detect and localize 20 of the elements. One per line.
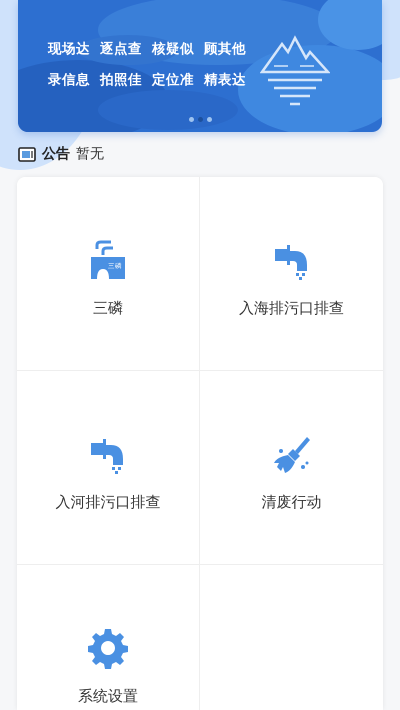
carousel-dot[interactable]	[188, 117, 194, 122]
menu-tile[interactable]: 入河排污口排查	[17, 371, 200, 565]
carousel-dot[interactable]	[206, 117, 212, 122]
slogan-text: 顾其他	[204, 40, 246, 59]
carousel-dot[interactable]	[198, 117, 202, 122]
settings-icon	[87, 627, 129, 669]
newspaper-icon	[18, 147, 36, 162]
notice-label: 公告	[42, 145, 70, 164]
notice-text: 暂无	[76, 145, 104, 164]
menu-tile[interactable]: 系统设置	[17, 565, 200, 710]
menu-tile[interactable]: 入海排污口排查	[200, 177, 383, 371]
banner[interactable]: 现场达 逐点查 核疑似 顾其他 录信息 拍照佳 定位准 精表达	[18, 0, 382, 132]
slogan-text: 核疑似	[152, 40, 194, 59]
slogan-text: 逐点查	[100, 40, 142, 59]
slogan-text: 现场达	[48, 40, 90, 59]
slogan-text: 拍照佳	[100, 71, 142, 90]
slogan-text: 精表达	[204, 71, 246, 90]
menu-tile[interactable]: 清废行动	[200, 371, 383, 565]
slogan-text: 定位准	[152, 71, 194, 90]
slogan-text: 录信息	[48, 71, 90, 90]
